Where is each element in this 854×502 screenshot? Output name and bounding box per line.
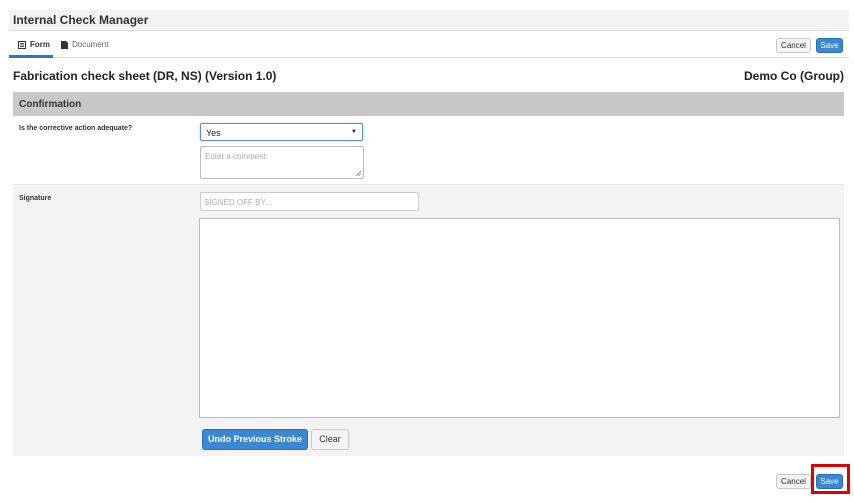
tab-form-label: Form — [30, 40, 50, 49]
section-title: Confirmation — [19, 99, 82, 110]
signature-canvas[interactable] — [199, 218, 840, 418]
select-value: Yes — [206, 128, 221, 138]
tab-form[interactable]: Form — [18, 40, 50, 49]
corrective-action-select[interactable]: Yes ▼ — [200, 123, 363, 141]
document-icon — [61, 40, 68, 49]
tab-document-label: Document — [72, 40, 109, 49]
tab-document[interactable]: Document — [61, 40, 108, 49]
clear-signature-button[interactable]: Clear — [311, 429, 349, 450]
save-button-highlight — [811, 464, 850, 494]
section-header-confirmation: Confirmation — [13, 92, 844, 116]
signed-off-placeholder: SIGNED OFF BY... — [204, 198, 272, 207]
title-bar: Internal Check Manager — [9, 10, 849, 31]
corrective-action-label: Is the corrective action adequate? — [19, 125, 133, 132]
signature-row: Signature SIGNED OFF BY... Undo Previous… — [13, 186, 844, 456]
tab-bar: Form Document Cancel Save — [9, 32, 849, 58]
signature-label: Signature — [19, 195, 52, 202]
company-name: Demo Co (Group) — [744, 69, 844, 83]
comment-textarea[interactable]: Enter a comment — [200, 146, 364, 179]
chevron-down-icon: ▼ — [351, 129, 357, 135]
sheet-title: Fabrication check sheet (DR, NS) (Versio… — [13, 69, 277, 83]
form-icon — [18, 40, 26, 49]
corrective-action-row: Is the corrective action adequate? Yes ▼… — [13, 117, 844, 185]
save-button-top[interactable]: Save — [816, 38, 843, 53]
signed-off-by-input[interactable]: SIGNED OFF BY... — [200, 192, 419, 211]
cancel-button-bottom[interactable]: Cancel — [776, 474, 811, 489]
comment-placeholder: Enter a comment — [205, 152, 266, 161]
app-title: Internal Check Manager — [13, 13, 149, 27]
active-tab-indicator — [9, 55, 53, 58]
cancel-button-top[interactable]: Cancel — [776, 38, 811, 53]
resize-handle-icon[interactable] — [355, 170, 362, 177]
undo-stroke-button[interactable]: Undo Previous Stroke — [202, 429, 308, 450]
